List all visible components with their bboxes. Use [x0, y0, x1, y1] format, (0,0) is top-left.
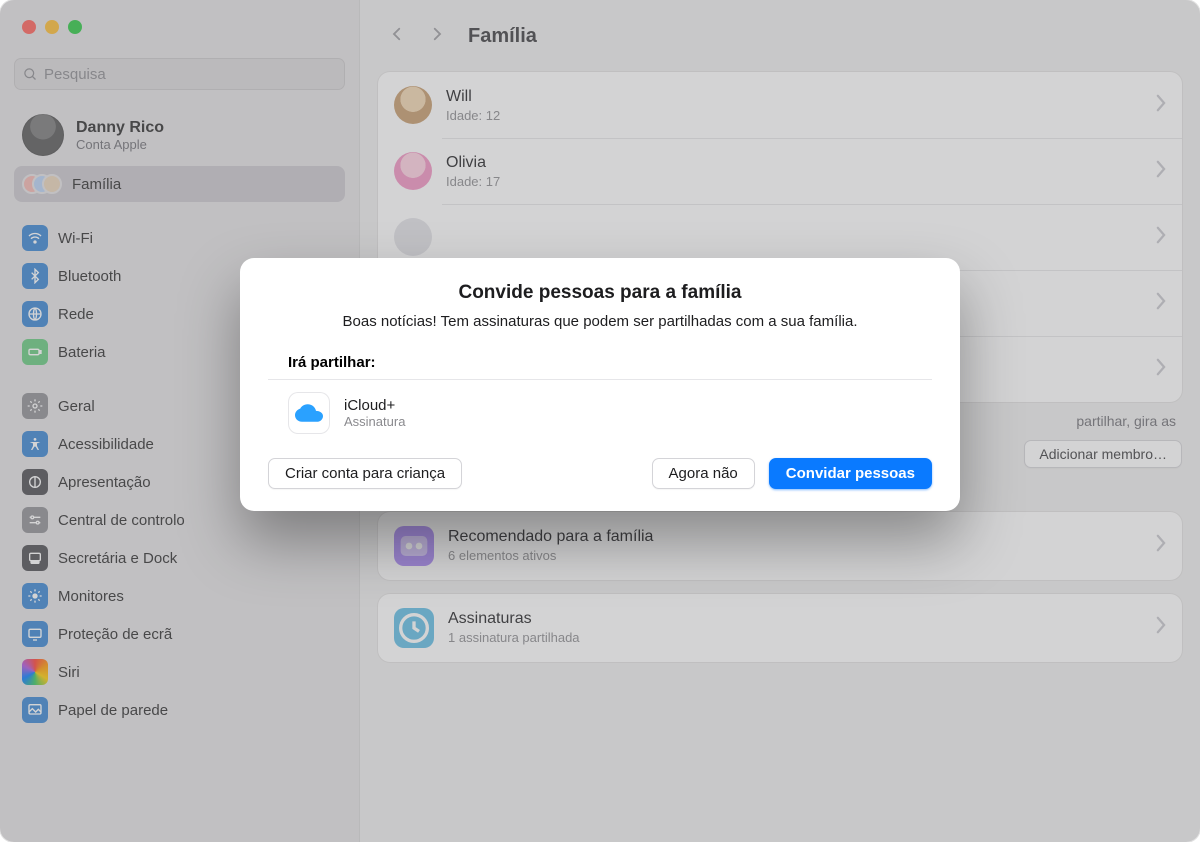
dialog-share-label: Irá partilhar:	[268, 354, 932, 380]
dialog-title: Convide pessoas para a família	[268, 282, 932, 304]
share-item-sub: Assinatura	[344, 414, 405, 429]
invite-people-button[interactable]: Convidar pessoas	[769, 458, 932, 489]
dialog-container: Convide pessoas para a família Boas notí…	[0, 0, 1200, 842]
share-item-row: iCloud+ Assinatura	[268, 380, 932, 440]
not-now-button[interactable]: Agora não	[652, 458, 755, 489]
create-child-account-button[interactable]: Criar conta para criança	[268, 458, 462, 489]
icloud-icon	[288, 392, 330, 434]
system-settings-window: Pesquisa Danny Rico Conta Apple Família …	[0, 0, 1200, 842]
dialog-message: Boas notícias! Tem assinaturas que podem…	[268, 312, 932, 332]
share-item-name: iCloud+	[344, 397, 405, 414]
invite-family-dialog: Convide pessoas para a família Boas notí…	[240, 258, 960, 511]
